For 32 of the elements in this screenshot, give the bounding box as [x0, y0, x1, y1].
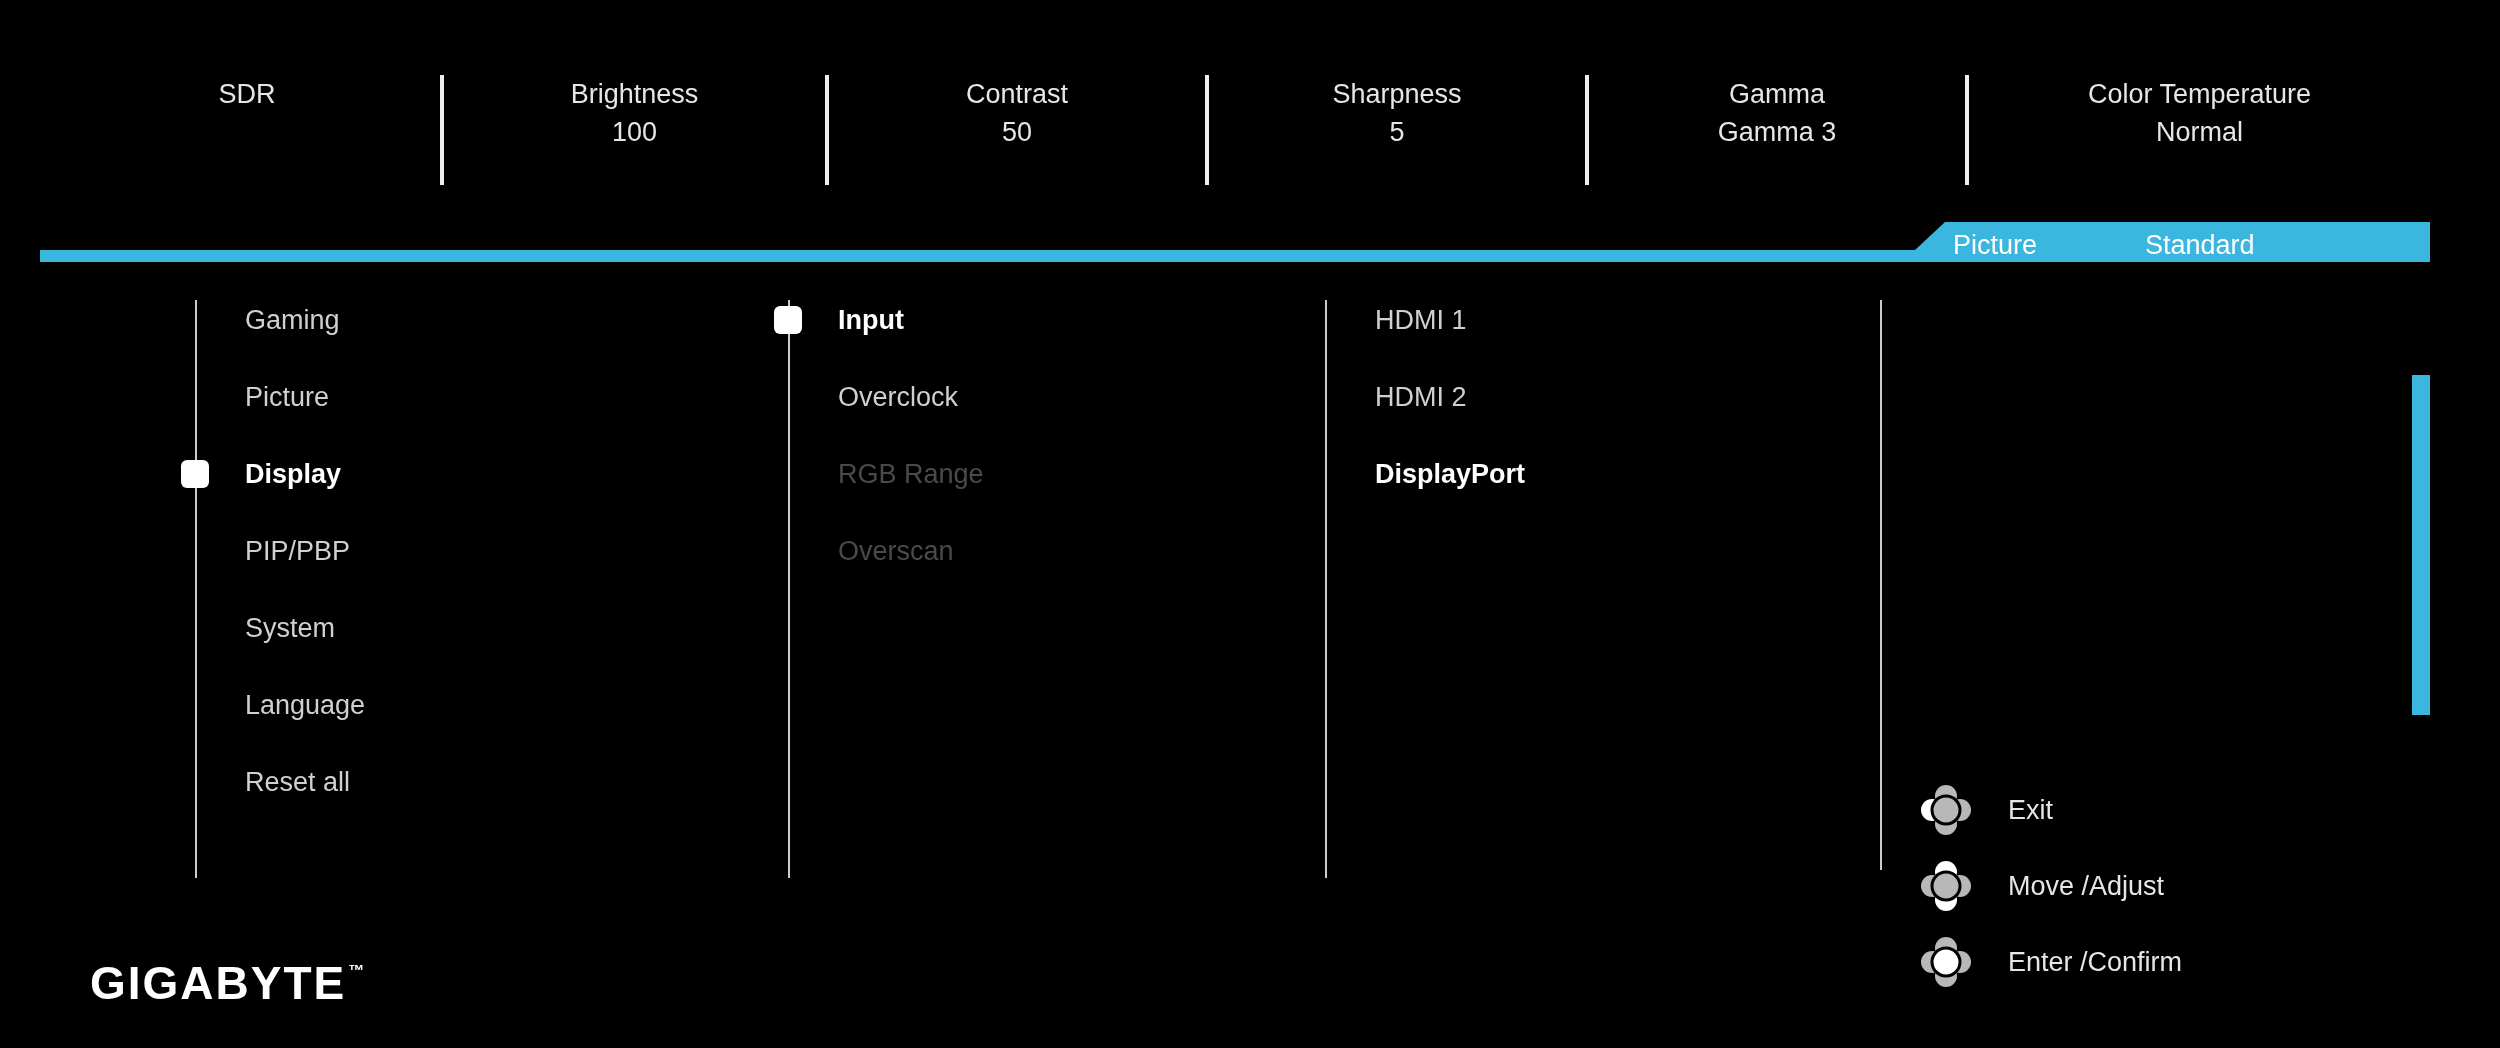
- setting-value: 5: [1389, 116, 1405, 149]
- option-item[interactable]: DisplayPort: [1375, 458, 1526, 490]
- setting-value: 100: [611, 116, 658, 149]
- hint-label: Move /Adjust: [2008, 870, 2165, 902]
- setting-label: SDR: [218, 78, 276, 111]
- setting-label: Contrast: [965, 78, 1068, 111]
- option-item[interactable]: HDMI 1: [1375, 304, 1467, 336]
- option-item[interactable]: HDMI 2: [1375, 381, 1467, 413]
- hint-label: Enter /Confirm: [2008, 946, 2183, 978]
- joystick-icon: [1920, 861, 1972, 911]
- category-label: Picture: [1953, 229, 2038, 261]
- menu-item[interactable]: Gaming: [245, 304, 340, 336]
- menu-item[interactable]: Picture: [245, 381, 330, 413]
- setting-label: Sharpness: [1332, 78, 1462, 111]
- menu-item[interactable]: System: [245, 612, 336, 644]
- joystick-icon: [1920, 937, 1972, 987]
- menu-item[interactable]: PIP/PBP: [245, 535, 351, 567]
- setting-label: Gamma: [1729, 78, 1825, 111]
- menu-item[interactable]: Display: [245, 458, 342, 490]
- menu-item[interactable]: Language: [245, 689, 366, 721]
- menu-item[interactable]: Reset all: [245, 766, 351, 798]
- setting-label: Brightness: [570, 78, 699, 111]
- submenu-item[interactable]: Input: [838, 304, 904, 336]
- setting-value: 50: [1001, 116, 1032, 149]
- submenu-item[interactable]: Overclock: [838, 381, 959, 413]
- joystick-icon: [1920, 785, 1972, 835]
- brand-logo: GIGABYTE™: [90, 956, 367, 1010]
- setting-value: Gamma 3: [1717, 116, 1837, 149]
- hint-label: Exit: [2008, 794, 2053, 826]
- setting-label: Color Temperature: [2087, 78, 2312, 111]
- mode-label: Standard: [2145, 229, 2255, 261]
- setting-value: Normal: [2156, 116, 2243, 149]
